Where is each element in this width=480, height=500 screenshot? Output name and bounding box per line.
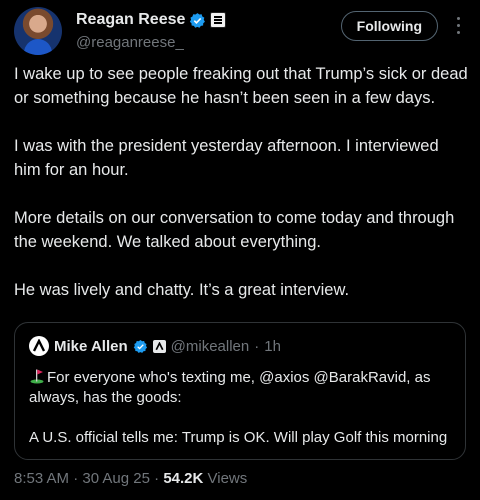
author-name-row: Reagan Reese	[76, 11, 227, 29]
quoted-paragraph: For everyone who's texting me, @axios @B…	[29, 368, 454, 408]
quoted-tweet-header: Mike Allen @mikeallen · 1h	[29, 336, 281, 356]
author-display-name[interactable]: Reagan Reese	[76, 11, 185, 29]
views-label: Views	[207, 470, 248, 487]
separator-dot: ·	[154, 470, 160, 487]
quoted-time: 1h	[264, 337, 281, 355]
author-avatar[interactable]	[14, 7, 62, 55]
separator-dot: ·	[73, 470, 79, 487]
golf-flag-icon	[30, 369, 44, 384]
quoted-handle: @mikeallen	[170, 337, 250, 355]
tweet-text: I wake up to see people freaking out tha…	[14, 62, 469, 326]
quoted-tweet[interactable]: Mike Allen @mikeallen · 1h For everyone …	[14, 322, 466, 460]
tweet-paragraph: I wake up to see people freaking out tha…	[14, 65, 468, 107]
following-button[interactable]: Following	[340, 11, 438, 41]
axios-logo-icon	[29, 336, 49, 356]
tweet-meta: 8:53 AM · 30 Aug 25 · 54.2K Views	[14, 470, 247, 487]
affiliate-badge-icon	[152, 339, 166, 353]
tweet-paragraph: He was lively and chatty. It’s a great i…	[14, 281, 350, 299]
tweet-time[interactable]: 8:53 AM	[14, 470, 69, 487]
verified-badge-icon	[190, 12, 206, 28]
tweet-header: Reagan Reese @reaganreese_ Following	[14, 7, 466, 55]
tweet-date[interactable]: 30 Aug 25	[82, 470, 150, 487]
more-icon[interactable]	[450, 17, 466, 35]
tweet-paragraph: More details on our conversation to come…	[14, 209, 455, 251]
affiliate-badge-icon[interactable]	[210, 12, 227, 28]
quoted-tweet-text: For everyone who's texting me, @axios @B…	[29, 368, 454, 468]
separator-dot: ·	[254, 337, 260, 355]
author-handle[interactable]: @reaganreese_	[76, 34, 184, 51]
tweet-paragraph: I was with the president yesterday after…	[14, 137, 439, 179]
views-count: 54.2K	[163, 470, 204, 487]
quoted-display-name: Mike Allen	[54, 337, 128, 355]
verified-badge-icon	[133, 339, 147, 353]
quoted-line-1: For everyone who's texting me, @axios @B…	[29, 369, 431, 406]
quoted-line-2: A U.S. official tells me: Trump is OK. W…	[29, 429, 448, 446]
